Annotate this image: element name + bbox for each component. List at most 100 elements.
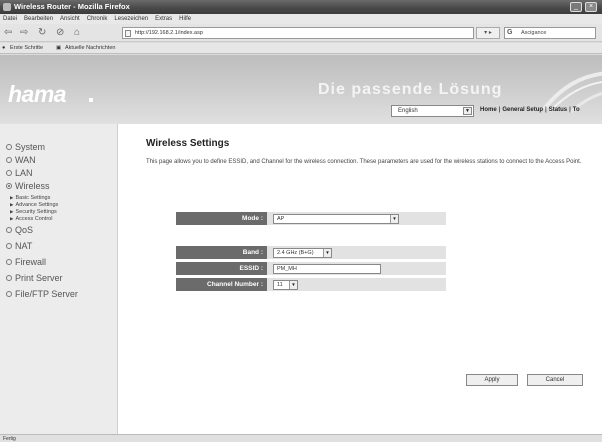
menu-chronik[interactable]: Chronik — [84, 14, 112, 24]
mode-select[interactable]: AP ▼ — [273, 214, 399, 224]
sidebar-item-label: Print Server — [15, 273, 63, 283]
search-text: Ascigance — [521, 30, 547, 36]
go-button[interactable]: ▾ ▸ — [476, 27, 500, 39]
nav-separator: | — [545, 107, 547, 113]
bookmark-nachrichten[interactable]: Aktuelle Nachrichten — [65, 45, 115, 51]
band-label: Band : — [176, 246, 267, 259]
sidebar-sub-access-control[interactable]: ▶ Access Control — [10, 216, 52, 222]
radio-empty-icon — [6, 259, 12, 265]
sidebar-sub-label: Basic Settings — [15, 195, 51, 201]
cancel-button[interactable]: Cancel — [527, 374, 583, 386]
sidebar-sub-label: Access Control — [15, 216, 53, 222]
radio-empty-icon — [6, 227, 12, 233]
close-button[interactable]: × — [585, 2, 597, 12]
window-title: Wireless Router - Mozilla Firefox — [14, 2, 130, 11]
navigation-toolbar: ⇦ ⇨ ↻ ⊘ ⌂ http://192.168.2.1/index.asp ▾… — [0, 24, 602, 42]
menu-hilfe[interactable]: Hilfe — [176, 14, 195, 24]
sidebar-item-label: LAN — [15, 168, 33, 178]
minimize-button[interactable]: _ — [570, 2, 582, 12]
bookmark-erste-schritte[interactable]: Erste Schritte — [10, 45, 43, 51]
title-bar: Wireless Router - Mozilla Firefox _ × — [0, 0, 602, 14]
sidebar-item-label: File/FTP Server — [15, 289, 78, 299]
sidebar-item-firewall[interactable]: Firewall — [6, 257, 46, 267]
mode-value: AP — [277, 216, 285, 222]
triangle-right-icon: ▶ — [10, 195, 14, 200]
channel-value: 11 — [277, 282, 283, 288]
router-header: hama Die passende Lösung English ▼ Home |… — [0, 55, 602, 124]
menu-ansicht[interactable]: Ansicht — [57, 14, 84, 24]
status-text: Fertig — [3, 436, 16, 442]
back-icon[interactable]: ⇦ — [4, 27, 12, 39]
sidebar-sub-security-settings[interactable]: ▶ Security Settings — [10, 209, 57, 215]
band-select[interactable]: 2.4 GHz (B+G) ▼ — [273, 248, 332, 258]
radio-empty-icon — [6, 275, 12, 281]
sidebar-item-wireless[interactable]: Wireless — [6, 181, 50, 191]
logo-dot — [89, 98, 93, 102]
sidebar-item-qos[interactable]: QoS — [6, 225, 33, 235]
address-text: http://192.168.2.1/index.asp — [135, 30, 203, 36]
address-bar[interactable]: http://192.168.2.1/index.asp — [122, 27, 474, 39]
search-input[interactable]: G Ascigance — [504, 27, 596, 39]
top-navigation: Home | General Setup | Status | To — [480, 107, 580, 113]
sidebar-sub-label: Security Settings — [15, 209, 57, 215]
radio-empty-icon — [6, 144, 12, 150]
page-description: This page allows you to define ESSID, an… — [146, 159, 582, 165]
nav-home[interactable]: Home — [480, 107, 497, 113]
essid-row: ESSID : PM_MH — [176, 262, 446, 275]
essid-label: ESSID : — [176, 262, 267, 275]
band-row: Band : 2.4 GHz (B+G) ▼ — [176, 246, 446, 259]
sidebar-item-label: Wireless — [15, 181, 50, 191]
sidebar-sub-advance-settings[interactable]: ▶ Advance Settings — [10, 202, 58, 208]
channel-select[interactable]: 11 ▼ — [273, 280, 298, 290]
hama-logo: hama — [8, 81, 67, 107]
chevron-down-icon: ▼ — [289, 281, 297, 289]
sidebar-item-print-server[interactable]: Print Server — [6, 273, 63, 283]
chevron-down-icon: ▼ — [323, 249, 331, 257]
sidebar-item-nat[interactable]: NAT — [6, 241, 32, 251]
stop-icon[interactable]: ⊘ — [56, 27, 64, 39]
sidebar-item-file-ftp-server[interactable]: File/FTP Server — [6, 289, 78, 299]
band-value: 2.4 GHz (B+G) — [277, 250, 314, 256]
nav-separator: | — [498, 107, 501, 113]
slogan: Die passende Lösung — [318, 81, 503, 98]
radio-empty-icon — [6, 157, 12, 163]
radio-empty-icon — [6, 291, 12, 297]
nav-general-setup[interactable]: General Setup — [502, 107, 543, 113]
triangle-right-icon: ▶ — [10, 209, 14, 214]
sidebar-item-wan[interactable]: WAN — [6, 155, 36, 165]
apply-button[interactable]: Apply — [466, 374, 518, 386]
language-select[interactable]: English ▼ — [391, 105, 474, 117]
reload-icon[interactable]: ↻ — [38, 27, 46, 39]
sidebar-item-lan[interactable]: LAN — [6, 168, 33, 178]
triangle-right-icon: ▶ — [10, 216, 14, 221]
sidebar-item-system[interactable]: System — [6, 142, 45, 152]
radio-empty-icon — [6, 243, 12, 249]
menu-bearbeiten[interactable]: Bearbeiten — [21, 14, 57, 24]
sidebar-sub-basic-settings[interactable]: ▶ Basic Settings — [10, 195, 50, 201]
home-icon[interactable]: ⌂ — [74, 27, 80, 39]
menu-lesezeichen[interactable]: Lesezeichen — [111, 14, 152, 24]
menu-datei[interactable]: Datei — [0, 14, 21, 24]
status-bar: Fertig — [0, 434, 602, 442]
forward-icon[interactable]: ⇨ — [20, 27, 28, 39]
radio-checked-icon — [6, 183, 12, 189]
nav-tools[interactable]: To — [573, 107, 580, 113]
chevron-down-icon: ▼ — [390, 215, 398, 223]
sidebar-item-label: System — [15, 142, 46, 152]
page-icon — [125, 30, 131, 37]
essid-input[interactable]: PM_MH — [273, 264, 381, 274]
nav-status[interactable]: Status — [549, 107, 567, 113]
bookmarks-bar: ● Erste Schritte ▣ Aktuelle Nachrichten — [0, 43, 602, 54]
nav-separator: | — [569, 107, 571, 113]
sidebar-item-label: Firewall — [15, 257, 47, 267]
sidebar: System WAN LAN Wireless ▶ Basic Settings … — [0, 124, 118, 434]
channel-row: Channel Number : 11 ▼ — [176, 278, 446, 291]
menu-extras[interactable]: Extras — [152, 14, 176, 24]
sidebar-sub-label: Advance Settings — [15, 202, 59, 208]
sidebar-item-label: QoS — [15, 225, 34, 235]
sidebar-item-label: WAN — [15, 155, 36, 165]
mode-label: Mode : — [176, 212, 267, 225]
page-title: Wireless Settings — [146, 138, 230, 149]
rss-icon: ▣ — [56, 45, 62, 51]
mode-row: Mode : AP ▼ — [176, 212, 446, 225]
